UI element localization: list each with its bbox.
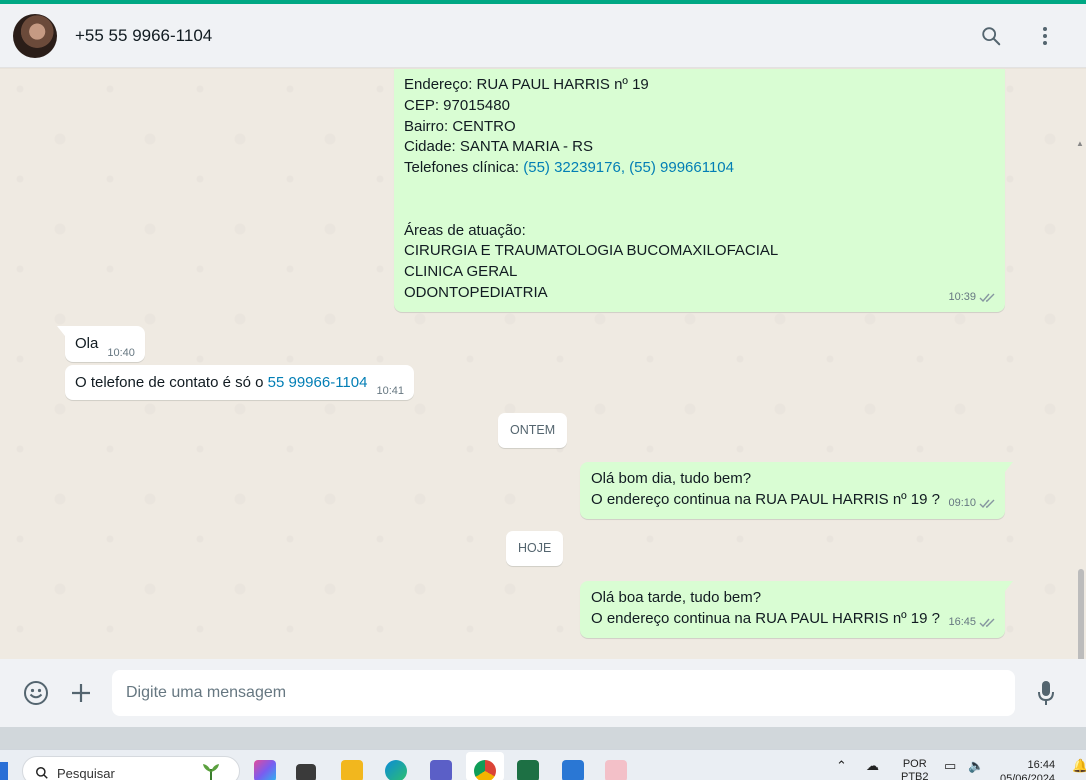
message-line: Bairro: CENTRO [404,117,516,135]
date-divider: HOJE [506,531,564,566]
message-line: O endereço continua na RUA PAUL HARRIS n… [591,610,940,627]
message-line: Olá boa tarde, tudo bem? [591,589,762,606]
taskbar-clock[interactable]: 16:44 05/06/2024 [1000,758,1055,780]
phone-link[interactable]: (55) 32239176 [523,159,621,176]
message-bubble-outgoing[interactable]: Olá bom dia, tudo bem? O endereço contin… [580,462,1013,519]
message-time: 10:40 [107,346,135,359]
clock-time: 16:44 [1027,759,1056,771]
notification-bell-icon[interactable]: 🔔 [1072,758,1086,774]
input-language-line2: PTB2 [901,771,929,780]
message-text: Ola [75,335,99,352]
message-line: ODONTOPEDIATRIA [404,283,548,301]
cloud-offline-icon[interactable]: ☁ [866,758,879,774]
edge-browser-icon[interactable] [385,760,407,780]
phone-separator: , [620,159,630,177]
message-line: O endereço continua na RUA PAUL HARRIS n… [591,491,940,508]
message-time: 10:39 [948,291,976,303]
message-line: CEP: 97015480 [404,96,510,114]
phone-link[interactable]: 55 99966-1104 [268,374,368,391]
message-meta: 10:39 [948,287,997,308]
scrollbar-thumb[interactable] [1078,569,1084,659]
message-bubble-outgoing[interactable]: Endereço: RUA PAUL HARRIS nº 19 CEP: 970… [394,69,1005,312]
snipping-tool-icon[interactable] [605,760,627,780]
double-check-icon [979,499,995,509]
menu-dots-icon[interactable] [1032,23,1058,49]
message-line-phones: Telefones clínica: (55) 32239176, (55) 9… [404,157,995,178]
plus-icon[interactable] [67,679,95,707]
teams-icon[interactable] [430,760,452,780]
message-line: CLINICA GERAL [404,263,518,281]
contact-name[interactable]: +55 55 9966-1104 [75,26,212,46]
input-language-line1: POR [902,758,927,770]
tray-chevron-up-icon[interactable]: ⌃ [836,758,847,774]
bubble-tail [1005,581,1013,591]
avatar[interactable] [13,13,57,58]
double-check-icon [979,293,995,303]
widget-plant-icon[interactable] [200,760,222,780]
message-bubble-incoming[interactable]: O telefone de contato é só o 55 99966-11… [65,365,414,400]
date-divider: ONTEM [498,413,568,448]
task-view-icon[interactable] [296,764,316,780]
message-line: Cidade: SANTA MARIA - RS [404,138,593,156]
start-button-icon[interactable] [0,762,8,780]
message-time: 10:41 [376,385,404,397]
phones-label: Telefones clínica: [404,159,524,177]
mic-icon[interactable] [1032,679,1060,707]
search-icon [36,767,48,779]
volume-icon[interactable]: 🔈 [968,758,984,774]
taskbar-search-label: Pesquisar [57,766,115,780]
message-line: Áreas de atuação: [404,221,526,239]
bubble-tail [57,326,65,336]
message-time: 09:10 [948,497,976,509]
phone-link[interactable]: (55) 999661104 [629,159,734,176]
bubble-tail [1005,462,1013,472]
message-meta: 16:45 [948,612,997,633]
input-language[interactable]: POR PTB2 [901,758,929,780]
scroll-up-arrow-icon[interactable]: ▲ [1076,139,1084,148]
message-time: 16:45 [948,616,976,628]
emoji-icon[interactable] [22,679,50,707]
message-input[interactable] [112,670,1015,716]
os-taskbar: Pesquisar ⌃ ☁ POR PTB2 ▭ 🔈 16:44 05/06/2… [0,749,1086,780]
header-actions [978,23,1058,49]
search-icon[interactable] [978,23,1004,49]
excel-icon[interactable] [517,760,539,780]
message-composer [0,659,1086,727]
notepad-icon[interactable] [562,760,584,780]
message-meta: 09:10 [948,493,997,514]
double-check-icon [979,618,995,628]
chrome-icon[interactable] [474,760,496,780]
message-line: Endereço: RUA PAUL HARRIS nº 19 [404,76,649,93]
file-explorer-icon[interactable] [341,760,363,780]
message-bubble-incoming[interactable]: Ola 10:40 [57,326,145,362]
clock-date: 05/06/2024 [1000,773,1056,780]
message-bubble-outgoing[interactable]: Olá boa tarde, tudo bem? O endereço cont… [580,581,1013,638]
chat-header: +55 55 9966-1104 [0,4,1086,68]
message-text-body: O telefone de contato é só o [75,374,268,391]
copilot-icon[interactable] [254,760,276,780]
message-text: O telefone de contato é só o 55 99966-11… [75,372,367,400]
message-line: Olá bom dia, tudo bem? [591,470,752,487]
message-line: CIRURGIA E TRAUMATOLOGIA BUCOMAXILOFACIA… [404,242,779,260]
window-bottom-strip [0,727,1086,749]
network-icon[interactable]: ▭ [944,758,956,774]
